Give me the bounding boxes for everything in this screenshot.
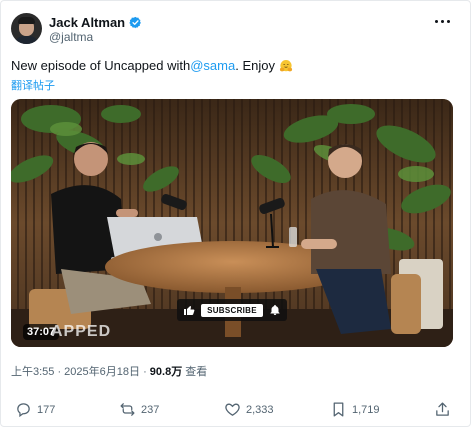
video-player[interactable]: SUBSCRIBE 37:07 APPED — [11, 99, 453, 347]
author-display-name[interactable]: Jack Altman — [49, 15, 125, 30]
mention-link[interactable]: @sama — [190, 58, 235, 73]
post-meta: 上午3:55 · 2025年6月18日 · 90.8万 查看 — [11, 363, 207, 379]
heart-icon — [225, 403, 240, 416]
bookmark-icon — [333, 402, 344, 417]
avatar[interactable] — [11, 13, 42, 44]
repost-button[interactable]: 237 — [119, 401, 159, 418]
share-icon — [436, 402, 449, 416]
video-watermark: APPED — [51, 323, 112, 340]
author-handle[interactable]: @jaltma — [49, 30, 93, 44]
bookmark-button[interactable]: 1,719 — [330, 401, 380, 418]
tweet-text: New episode of Uncapped with @sama . Enj… — [11, 58, 293, 73]
tweet-card: Jack Altman @jaltma New episode of Uncap… — [0, 0, 471, 427]
author-name-row: Jack Altman — [49, 14, 142, 30]
reply-count: 177 — [37, 403, 56, 416]
subscribe-button[interactable]: SUBSCRIBE — [201, 303, 263, 317]
post-timestamp[interactable]: 上午3:55 · 2025年6月18日 · — [11, 366, 150, 378]
view-count: 90.8万 — [149, 366, 183, 378]
thumbs-up-icon[interactable] — [183, 304, 195, 316]
subscribe-bar: SUBSCRIBE — [177, 299, 287, 321]
hugging-face-emoji-icon — [279, 59, 293, 71]
like-count: 2,333 — [246, 403, 274, 416]
translate-post-link[interactable]: 翻译帖子 — [11, 77, 55, 93]
tweet-text-after: . Enjoy — [235, 58, 275, 73]
repost-icon — [120, 403, 135, 416]
verified-badge-icon — [129, 16, 142, 28]
share-button[interactable] — [434, 401, 451, 418]
tweet-text-before: New episode of Uncapped with — [11, 58, 191, 73]
views-label: 查看 — [182, 366, 208, 378]
bell-icon[interactable] — [269, 304, 281, 316]
more-options-icon[interactable] — [431, 15, 453, 27]
action-bar: 177 237 2,333 1,719 — [1, 401, 471, 421]
reply-icon — [17, 403, 30, 418]
reply-button[interactable]: 177 — [15, 401, 55, 418]
bookmark-count: 1,719 — [352, 403, 380, 416]
like-button[interactable]: 2,333 — [224, 401, 274, 418]
repost-count: 237 — [141, 403, 160, 416]
